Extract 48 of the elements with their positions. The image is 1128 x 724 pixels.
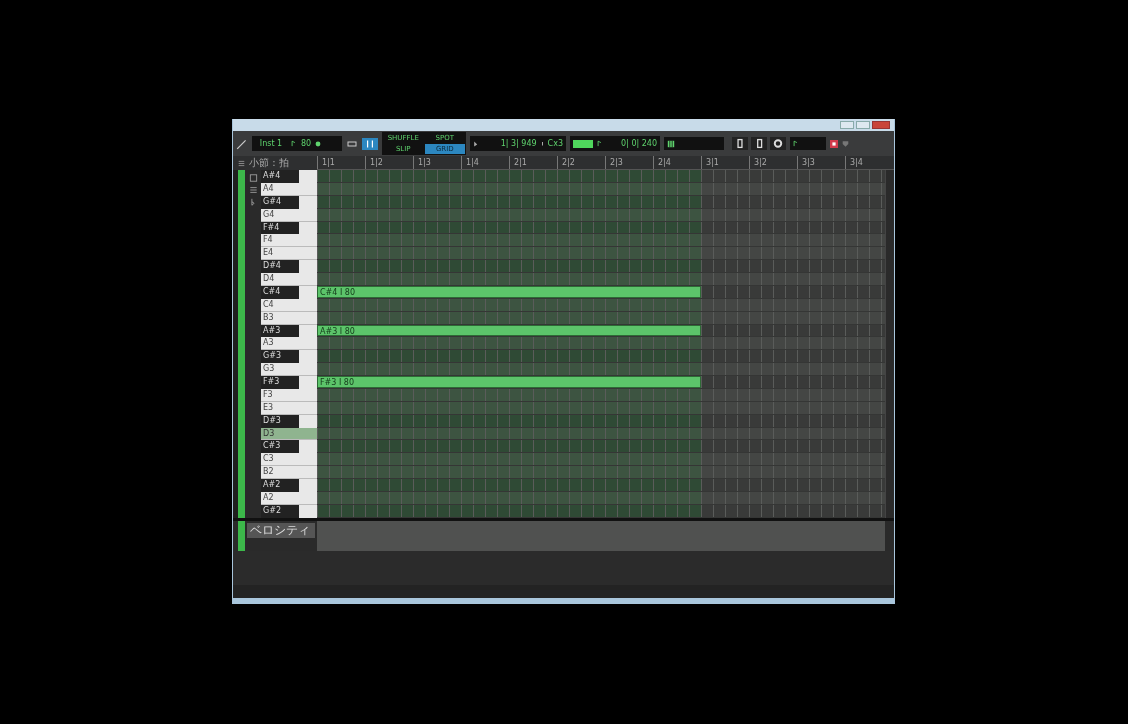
bar-beat-label: 3|3 — [802, 158, 815, 167]
velocity-value[interactable]: 80 — [301, 137, 312, 150]
sharp-key[interactable]: D#4 — [261, 260, 299, 273]
parameter-dropdown[interactable]: ベロシティ — [247, 523, 315, 538]
sharp-key[interactable]: A#2 — [261, 479, 299, 492]
bar-beat-label: 2|3 — [610, 158, 623, 167]
instrument-name[interactable]: Inst 1 — [256, 137, 286, 150]
settings-icon[interactable] — [770, 137, 786, 150]
shield-icon[interactable] — [842, 139, 849, 148]
length-value[interactable]: 0| 0| 240 — [621, 137, 657, 150]
bar-beat-label: 1|4 — [466, 158, 479, 167]
circle-icon[interactable] — [315, 140, 322, 147]
sharp-key[interactable]: G#3 — [261, 350, 299, 364]
midi-note[interactable]: F#3 I 80 — [317, 376, 701, 388]
bar-beat-label: 3|4 — [850, 158, 863, 167]
note-field[interactable] — [790, 137, 826, 150]
link-icon[interactable] — [346, 138, 358, 149]
natural-key[interactable]: B2 — [261, 466, 317, 479]
cursor-icon[interactable] — [473, 139, 479, 148]
list-icon[interactable] — [248, 186, 258, 194]
bar-beat-label: 3|1 — [706, 158, 719, 167]
bar-beat-label: 1|2 — [370, 158, 383, 167]
pitch-value[interactable]: Cx3 — [547, 137, 563, 150]
bar-beat-label: 2|1 — [514, 158, 527, 167]
bar-beat-label: 1|3 — [418, 158, 431, 167]
natural-key[interactable]: A3 — [261, 337, 317, 351]
natural-key[interactable]: G3 — [261, 363, 317, 376]
sharp-key[interactable]: C#3 — [261, 440, 299, 454]
record-icon[interactable] — [830, 139, 838, 148]
piano-icon[interactable] — [667, 139, 675, 148]
natural-key[interactable]: F4 — [261, 234, 317, 248]
menu-icon[interactable] — [237, 159, 246, 167]
quantize-button[interactable] — [573, 139, 593, 148]
pencil-icon[interactable] — [236, 137, 248, 150]
position-value[interactable]: 1| 3| 949 — [500, 137, 537, 150]
horizontal-scrollbar[interactable] — [233, 585, 894, 598]
sharp-key[interactable]: F#3 — [261, 376, 299, 389]
track-strip — [238, 521, 245, 551]
bar-beat-label: 3|2 — [754, 158, 767, 167]
ruler-label: 小節 : 拍 — [249, 157, 289, 169]
bar-beat-label: 1|1 — [322, 158, 335, 167]
sharp-key[interactable]: A#4 — [261, 170, 299, 183]
bar-beat-label: 2|2 — [562, 158, 575, 167]
natural-key[interactable]: C3 — [261, 453, 317, 467]
bar-beat-label: 2|4 — [658, 158, 671, 167]
natural-key[interactable]: E4 — [261, 247, 317, 261]
scale-field[interactable] — [664, 137, 724, 150]
natural-key[interactable]: D4 — [261, 273, 317, 286]
